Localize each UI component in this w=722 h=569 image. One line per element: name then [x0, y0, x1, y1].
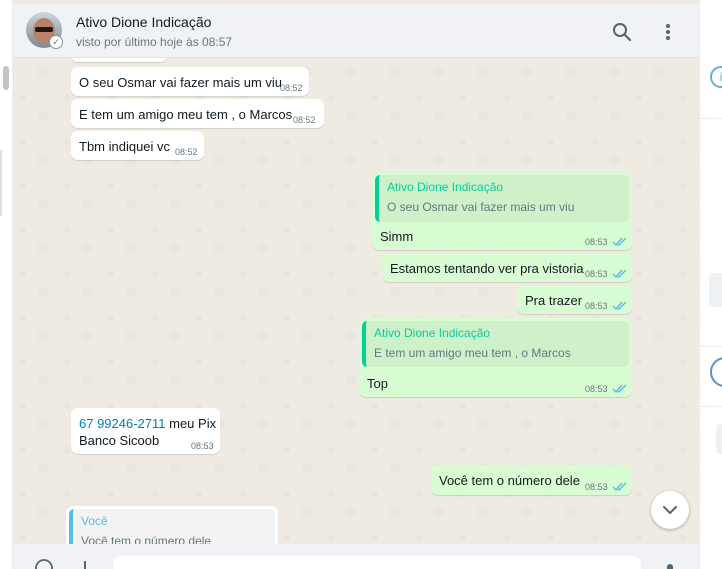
emoji-icon: [35, 559, 53, 569]
right-panel-chip[interactable]: [709, 273, 722, 307]
read-ticks-icon: [612, 269, 627, 279]
message-text: E tem um amigo meu tem , o Marcos: [79, 107, 293, 122]
page: ✓ Ativo Dione Indicação visto por último…: [0, 0, 722, 569]
message-time: 08:53: [191, 441, 214, 451]
quoted-message[interactable]: Ativo Dione Indicação E tem um amigo meu…: [362, 321, 629, 367]
message-time: 08:52: [175, 147, 198, 157]
message-list[interactable]: O seu Osmar vai fazer mais um viu 08:52 …: [13, 58, 691, 544]
message-incoming[interactable]: Você Você tem o número dele: [66, 506, 278, 544]
message-text-suffix: meu Pix: [165, 416, 217, 431]
quote-text: Você tem o número dele: [81, 534, 212, 544]
chat-panel: ✓ Ativo Dione Indicação visto por último…: [13, 0, 699, 569]
message-text: Você tem o número dele: [439, 473, 580, 488]
message-outgoing[interactable]: Estamos tentando ver pra vistoria 08:53: [382, 253, 632, 282]
message-outgoing[interactable]: Ativo Dione Indicação E tem um amigo meu…: [359, 318, 632, 397]
message-time: 08:53: [585, 482, 608, 492]
emoji-button[interactable]: [34, 558, 54, 569]
search-button[interactable]: [610, 20, 634, 44]
contact-name[interactable]: Ativo Dione Indicação: [76, 14, 211, 30]
message-incoming[interactable]: E tem um amigo meu tem , o Marcos 08:52: [71, 99, 324, 128]
message-text: Pra trazer: [525, 293, 583, 308]
quote-author: Ativo Dione Indicação: [374, 326, 491, 340]
message-outgoing[interactable]: Você tem o número dele 08:53: [431, 465, 632, 495]
message-text: Simm: [380, 229, 414, 244]
message-outgoing[interactable]: Ativo Dione Indicação O seu Osmar vai fa…: [372, 172, 632, 250]
left-panel-edge: [0, 0, 13, 569]
mic-button[interactable]: [660, 558, 680, 569]
message-incoming[interactable]: Tbm indiquei vc 08:52: [71, 131, 204, 160]
kebab-menu-icon: [666, 24, 670, 40]
message-time: 08:53: [585, 301, 608, 311]
message-text-line2: Banco Sicoob: [79, 433, 160, 448]
quote-author: Ativo Dione Indicação: [387, 180, 504, 194]
message-time: 08:53: [585, 269, 608, 279]
phone-link[interactable]: 67 99246-2711: [79, 416, 166, 431]
left-scrollbar[interactable]: [3, 66, 9, 90]
message-text: Top: [367, 376, 388, 391]
read-ticks-icon: [612, 482, 627, 492]
read-ticks-icon: [612, 237, 627, 247]
right-side-panel: i: [699, 0, 722, 569]
business-badge-icon: ✓: [49, 35, 63, 49]
info-icon[interactable]: i: [710, 66, 722, 88]
attach-button[interactable]: [75, 558, 95, 569]
read-ticks-icon: [612, 384, 627, 394]
right-panel-divider: [700, 406, 722, 407]
composer-bar: [13, 544, 699, 569]
search-icon: [613, 23, 632, 42]
right-panel-divider: [700, 346, 722, 347]
quote-text: E tem um amigo meu tem , o Marcos: [374, 346, 571, 360]
right-panel-divider: [700, 118, 722, 119]
chevron-down-icon: [663, 506, 677, 514]
message-incoming[interactable]: 67 99246-2711 meu Pix Banco Sicoob 08:53: [71, 408, 220, 454]
message-text: Tbm indiquei vc: [79, 139, 171, 154]
mic-icon: [667, 564, 673, 569]
message-outgoing[interactable]: Pra trazer 08:53: [517, 285, 632, 314]
plus-icon: [84, 561, 86, 569]
read-ticks-icon: [612, 301, 627, 311]
quoted-message[interactable]: Ativo Dione Indicação O seu Osmar vai fa…: [375, 175, 629, 222]
message-text: 67 99246-2711 meu Pix: [79, 416, 216, 431]
message-time: 08:53: [585, 384, 608, 394]
scroll-to-bottom-button[interactable]: [651, 491, 689, 529]
menu-button[interactable]: [656, 20, 680, 44]
quoted-message[interactable]: Você Você tem o número dele: [69, 509, 275, 544]
quote-text: O seu Osmar vai fazer mais um viu: [387, 200, 575, 214]
avatar-sunglasses: [35, 27, 53, 32]
message-time: 08:53: [585, 237, 608, 247]
message-text: Estamos tentando ver pra vistoria: [390, 261, 584, 276]
chat-header[interactable]: ✓ Ativo Dione Indicação visto por último…: [13, 4, 699, 58]
message-incoming-partial[interactable]: [71, 58, 167, 62]
message-input[interactable]: [113, 556, 641, 569]
message-time: 08:52: [280, 83, 303, 93]
last-seen-status: visto por último hoje às 08:57: [76, 35, 233, 49]
message-incoming[interactable]: O seu Osmar vai fazer mais um viu 08:52: [71, 67, 309, 96]
message-text: O seu Osmar vai fazer mais um viu: [79, 75, 282, 90]
right-panel-chip[interactable]: [716, 424, 722, 454]
quote-author: Você: [81, 514, 108, 528]
contact-icon[interactable]: [710, 357, 722, 387]
message-time: 08:52: [293, 115, 316, 125]
left-panel-divider: [0, 150, 2, 216]
